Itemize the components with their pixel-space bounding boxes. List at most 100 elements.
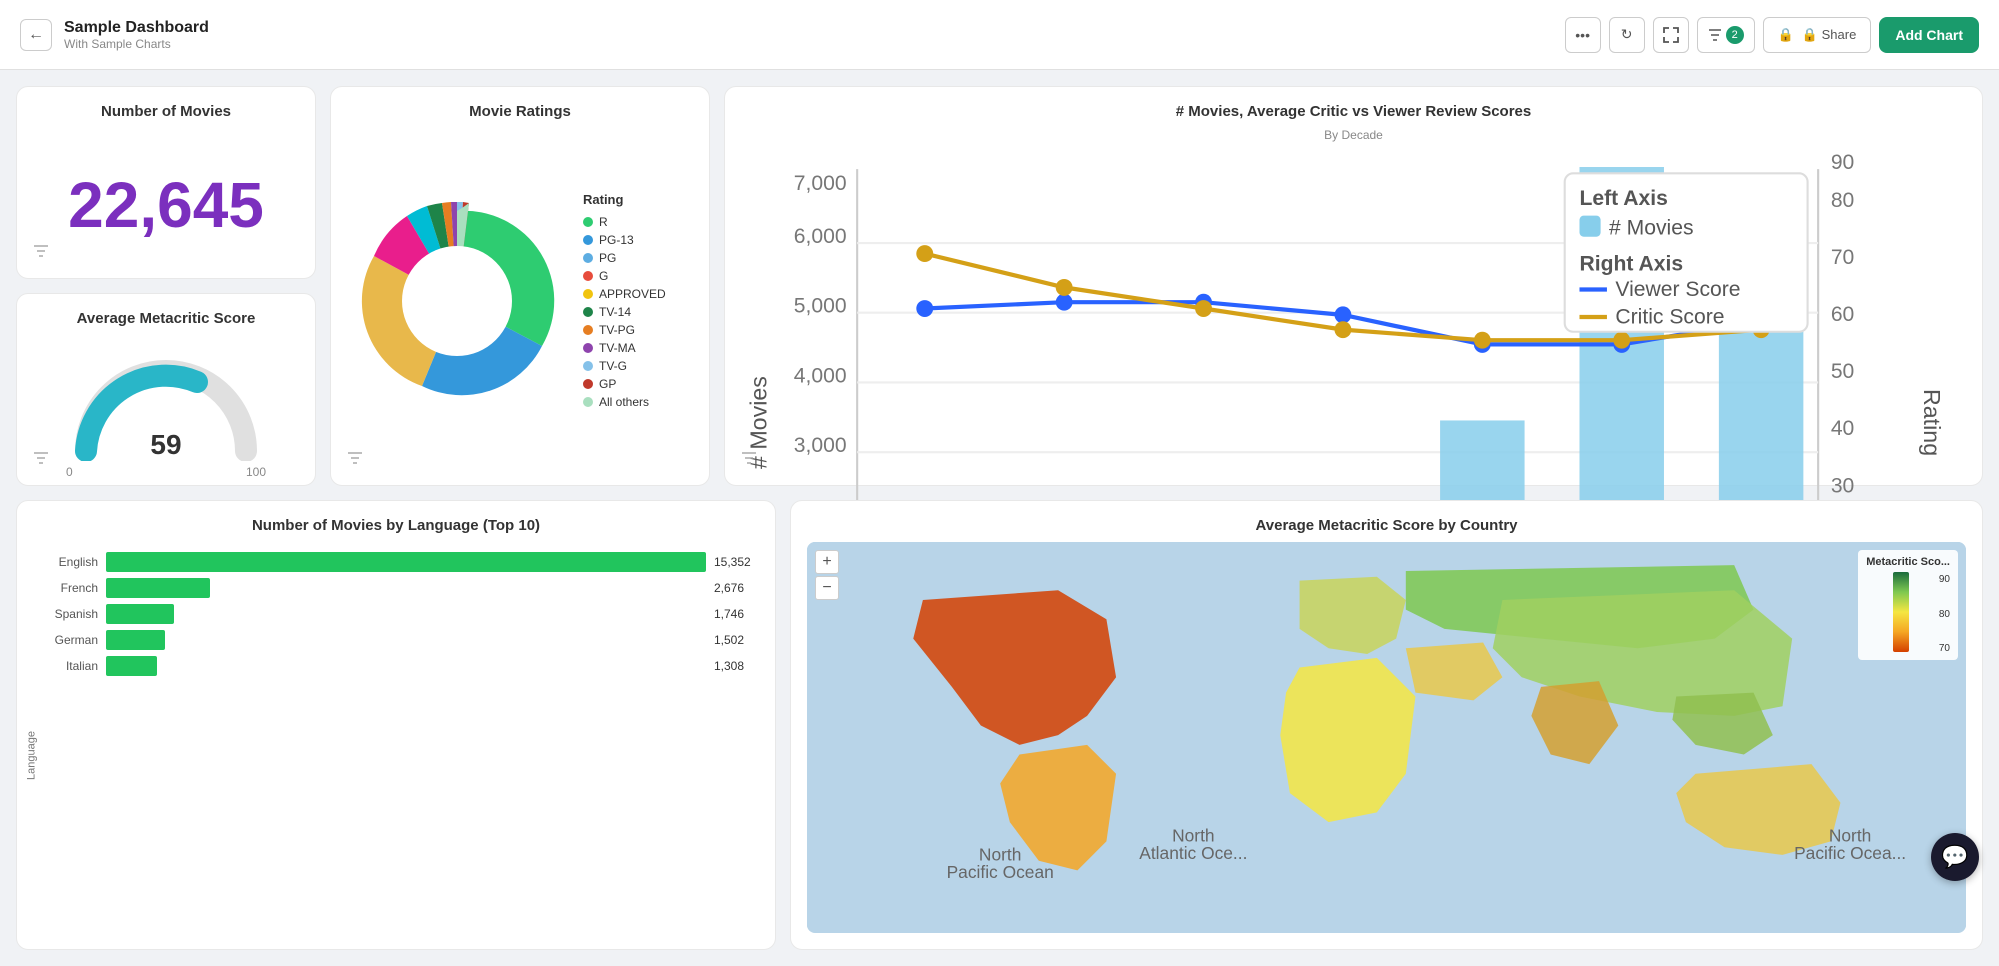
svg-text:70: 70 [1831, 246, 1854, 269]
svg-text:4,000: 4,000 [794, 364, 847, 387]
svg-text:90: 90 [1831, 151, 1854, 174]
svg-text:50: 50 [1831, 360, 1854, 383]
map-chart-card: Average Metacritic Score by Country [790, 500, 1983, 950]
fullscreen-button[interactable] [1653, 17, 1689, 53]
share-button[interactable]: 🔒 🔒 Share [1763, 17, 1872, 53]
combo-chart-title: # Movies, Average Critic vs Viewer Revie… [741, 103, 1966, 120]
world-map: North Pacific Ocean North Atlantic Oce..… [807, 542, 1966, 933]
svg-text:Rating: Rating [1919, 389, 1945, 456]
map-legend-title: Metacritic Sco... [1866, 556, 1950, 568]
filter-badge: 2 [1726, 26, 1744, 44]
ratings-filter-icon[interactable] [347, 450, 363, 471]
legend-item-allothers: All others [583, 395, 666, 409]
map-legend: Metacritic Sco... 90 80 70 [1858, 550, 1958, 660]
map-legend-bar [1893, 572, 1909, 652]
gauge-max: 100 [246, 465, 266, 479]
bar-fill-french [106, 578, 210, 598]
chat-button[interactable]: 💬 [1931, 833, 1979, 881]
svg-text:Left Axis: Left Axis [1579, 187, 1667, 210]
svg-text:Atlantic Oce...: Atlantic Oce... [1139, 843, 1247, 863]
avg-metacritic-card: Average Metacritic Score 59 0 100 [16, 293, 316, 486]
svg-text:3,000: 3,000 [794, 434, 847, 457]
map-legend-labels: 90 80 70 [1939, 574, 1950, 654]
bar-fill-english [106, 552, 706, 572]
legend-item-pg13: PG-13 [583, 233, 666, 247]
bar-fill-italian [106, 656, 157, 676]
legend-dot-r [583, 217, 593, 227]
svg-text:Pacific Ocean: Pacific Ocean [947, 862, 1054, 882]
dashboard-subtitle: With Sample Charts [64, 37, 209, 51]
legend-item-tv14: TV-14 [583, 305, 666, 319]
lock-icon: 🔒 [1778, 27, 1794, 43]
svg-text:60: 60 [1831, 303, 1854, 326]
header: ← Sample Dashboard With Sample Charts ••… [0, 0, 1999, 70]
combo-chart-card: # Movies, Average Critic vs Viewer Revie… [724, 86, 1983, 486]
zoom-out-button[interactable]: − [815, 576, 839, 600]
legend-item-r: R [583, 215, 666, 229]
legend-dot-g [583, 271, 593, 281]
combo-filter-icon[interactable] [741, 450, 757, 471]
legend-item-tvma: TV-MA [583, 341, 666, 355]
more-button[interactable]: ••• [1565, 17, 1601, 53]
add-chart-button[interactable]: Add Chart [1879, 17, 1979, 53]
filter-button[interactable]: 2 [1697, 17, 1755, 53]
bar-chart-title: Number of Movies by Language (Top 10) [33, 517, 759, 534]
header-left: ← Sample Dashboard With Sample Charts [20, 19, 209, 51]
svg-text:# Movies: # Movies [1609, 217, 1693, 240]
main-content: Number of Movies 22,645 Average Metacrit… [0, 70, 1999, 966]
legend-item-gp: GP [583, 377, 666, 391]
svg-text:Right Axis: Right Axis [1579, 252, 1683, 275]
num-movies-title: Number of Movies [33, 103, 299, 120]
header-right: ••• ↻ 2 🔒 🔒 Share Add Chart [1565, 17, 1979, 53]
map-chart-title: Average Metacritic Score by Country [807, 517, 1966, 534]
header-branding: Sample Dashboard With Sample Charts [64, 19, 209, 51]
num-movies-card: Number of Movies 22,645 [16, 86, 316, 279]
donut-legend: Rating R PG-13 PG G [583, 192, 666, 409]
legend-dot-pg [583, 253, 593, 263]
combo-chart-subtitle: By Decade [741, 128, 1966, 142]
dashboard-title: Sample Dashboard [64, 19, 209, 37]
legend-dot-allothers [583, 397, 593, 407]
bar-row-english: English 15,352 [33, 552, 759, 572]
legend-dot-tvma [583, 343, 593, 353]
num-movies-filter-icon[interactable] [33, 243, 49, 264]
legend-item-approved: APPROVED [583, 287, 666, 301]
top-row: Number of Movies 22,645 Average Metacrit… [16, 86, 1983, 486]
svg-text:6,000: 6,000 [794, 225, 847, 248]
movie-ratings-card: Movie Ratings [330, 86, 710, 486]
avg-metacritic-title: Average Metacritic Score [33, 310, 299, 327]
refresh-button[interactable]: ↻ [1609, 17, 1645, 53]
legend-dot-tvpg [583, 325, 593, 335]
svg-text:Viewer Score: Viewer Score [1615, 278, 1740, 301]
back-button[interactable]: ← [20, 19, 52, 51]
zoom-in-button[interactable]: + [815, 550, 839, 574]
legend-dot-gp [583, 379, 593, 389]
map-controls: + − [815, 550, 839, 600]
legend-item-pg: PG [583, 251, 666, 265]
legend-item-g: G [583, 269, 666, 283]
legend-item-tvg: TV-G [583, 359, 666, 373]
bar-row-spanish: Spanish 1,746 [33, 604, 759, 624]
donut-area: Rating R PG-13 PG G [347, 128, 693, 469]
bar-chart-area: English 15,352 French 2,676 Spanish [33, 542, 759, 676]
num-movies-value: 22,645 [68, 148, 264, 242]
svg-text:Critic Score: Critic Score [1615, 305, 1724, 328]
svg-text:30: 30 [1831, 474, 1854, 497]
legend-item-tvpg: TV-PG [583, 323, 666, 337]
gauge-container: 59 0 100 [66, 351, 266, 461]
legend-dot-tv14 [583, 307, 593, 317]
svg-text:80: 80 [1831, 189, 1854, 212]
legend-dot-tvg [583, 361, 593, 371]
gauge-section: 59 0 100 [33, 343, 299, 469]
gauge-value: 59 [150, 429, 181, 461]
svg-text:Pacific Ocea...: Pacific Ocea... [1794, 843, 1906, 863]
bar-fill-german [106, 630, 165, 650]
bar-chart-y-label: Language [25, 731, 37, 780]
svg-text:7,000: 7,000 [794, 172, 847, 195]
avg-metacritic-filter-icon[interactable] [33, 450, 49, 471]
bottom-row: Number of Movies by Language (Top 10) En… [16, 500, 1983, 950]
donut-chart [347, 181, 567, 421]
bar-row-german: German 1,502 [33, 630, 759, 650]
bar-fill-spanish [106, 604, 174, 624]
svg-text:40: 40 [1831, 417, 1854, 440]
